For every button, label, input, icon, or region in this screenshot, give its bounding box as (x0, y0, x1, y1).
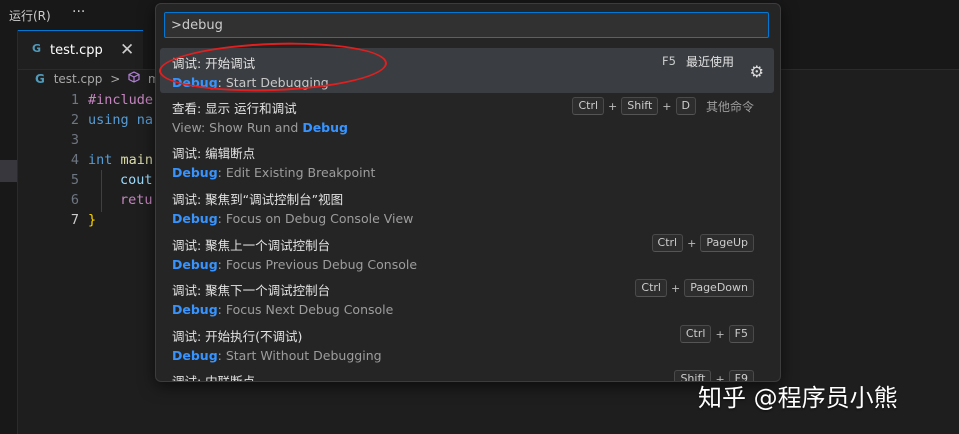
command-title: 查看: 显示 运行和调试 (172, 101, 297, 116)
command-title: 调试: 开始执行(不调试) (172, 329, 303, 344)
command-item-inline-breakpoint[interactable]: 调试: 内联断点 Shift + F9 (160, 366, 774, 382)
cube-icon (128, 71, 140, 86)
menu-more-icon[interactable]: ··· (72, 4, 85, 20)
command-title: 调试: 聚焦到“调试控制台”视图 (172, 192, 344, 207)
command-item-focus-debug-console-view[interactable]: 调试: 聚焦到“调试控制台”视图 Debug: Focus on Debug C… (160, 184, 774, 229)
command-title: 调试: 编辑断点 (172, 146, 256, 161)
code-text: #include (88, 92, 154, 108)
keybinding: Ctrl + F5 (679, 325, 754, 343)
keybinding: Ctrl + Shift + D 其他命令 (572, 97, 754, 115)
key-cap: F5 (728, 325, 754, 343)
watermark: 知乎 @程序员小熊 (698, 384, 898, 412)
command-item-start-without-debugging[interactable]: 调试: 开始执行(不调试) Debug: Start Without Debug… (160, 321, 774, 366)
close-icon[interactable]: ✕ (120, 40, 134, 60)
code-text: using na (88, 112, 154, 128)
tab-test-cpp[interactable]: G test.cpp ✕ (18, 30, 143, 69)
line-number: 5 (70, 172, 79, 188)
key-cap: PageUp (700, 234, 754, 252)
activity-bar-active-marker (0, 160, 17, 182)
svg-text:G: G (32, 42, 41, 54)
command-item-start-debugging[interactable]: 调试: 开始调试 Debug: Start Debugging F5 最近使用 … (160, 48, 774, 93)
key-cap: D (675, 97, 696, 115)
keybinding: F5 最近使用 (662, 52, 734, 70)
line-number: 6 (70, 192, 79, 208)
cpp-file-icon: G (32, 42, 44, 57)
command-subtitle: Debug: Start Debugging (172, 75, 329, 90)
cpp-file-icon: G (35, 71, 45, 86)
activity-bar (0, 30, 18, 434)
line-number: 7 (70, 212, 79, 228)
tab-label: test.cpp (50, 43, 103, 58)
command-palette: 调试: 开始调试 Debug: Start Debugging F5 最近使用 … (155, 3, 781, 382)
command-title: 调试: 开始调试 (172, 56, 256, 71)
command-subtitle: Debug: Focus Next Debug Console (172, 302, 394, 317)
key-cap: Shift (621, 97, 659, 115)
code-text: int main (88, 152, 154, 168)
key-cap: Ctrl (679, 325, 712, 343)
command-subtitle: Debug: Focus on Debug Console View (172, 211, 414, 226)
breadcrumb: G test.cpp > ma (35, 71, 167, 91)
gear-icon[interactable]: ⚙ (750, 62, 764, 81)
key-cap: Ctrl (635, 279, 667, 297)
command-title: 调试: 内联断点 (172, 374, 256, 382)
key-cap: PageDown (684, 279, 754, 297)
key-label: F5 (662, 54, 676, 68)
command-subtitle: View: Show Run and Debug (172, 120, 348, 135)
breadcrumb-file[interactable]: test.cpp (54, 72, 103, 86)
line-number: 2 (70, 112, 79, 128)
chevron-right-icon: > (110, 71, 121, 86)
line-number: 4 (70, 152, 79, 168)
command-palette-input-box (164, 12, 769, 38)
command-title: 调试: 聚焦下一个调试控制台 (172, 283, 331, 298)
command-item-show-run-and-debug[interactable]: 查看: 显示 运行和调试 View: Show Run and Debug Ct… (160, 93, 774, 138)
command-title: 调试: 聚焦上一个调试控制台 (172, 238, 331, 253)
recently-used-label: 最近使用 (685, 54, 734, 69)
other-commands-label: 其他命令 (705, 99, 754, 114)
code-text: retu (120, 192, 153, 208)
code-text: } (88, 212, 97, 228)
command-item-focus-next-console[interactable]: 调试: 聚焦下一个调试控制台 Debug: Focus Next Debug C… (160, 275, 774, 320)
command-subtitle: Debug: Focus Previous Debug Console (172, 257, 418, 272)
command-palette-input[interactable] (165, 13, 768, 37)
line-number: 3 (70, 132, 79, 148)
keybinding: Ctrl + PageUp (651, 234, 754, 252)
command-item-focus-previous-console[interactable]: 调试: 聚焦上一个调试控制台 Debug: Focus Previous Deb… (160, 230, 774, 275)
command-subtitle: Debug: Edit Existing Breakpoint (172, 165, 376, 180)
code-text: cout (120, 172, 153, 188)
line-number: 1 (70, 92, 79, 108)
menu-run[interactable]: 运行(R) (9, 7, 51, 24)
key-cap: Ctrl (651, 234, 684, 252)
key-cap: Ctrl (572, 97, 605, 115)
command-subtitle: Debug: Start Without Debugging (172, 348, 382, 363)
command-item-edit-breakpoint[interactable]: 调试: 编辑断点 Debug: Edit Existing Breakpoint (160, 138, 774, 183)
keybinding: Ctrl + PageDown (635, 279, 754, 297)
command-list: 调试: 开始调试 Debug: Start Debugging F5 最近使用 … (160, 48, 774, 382)
